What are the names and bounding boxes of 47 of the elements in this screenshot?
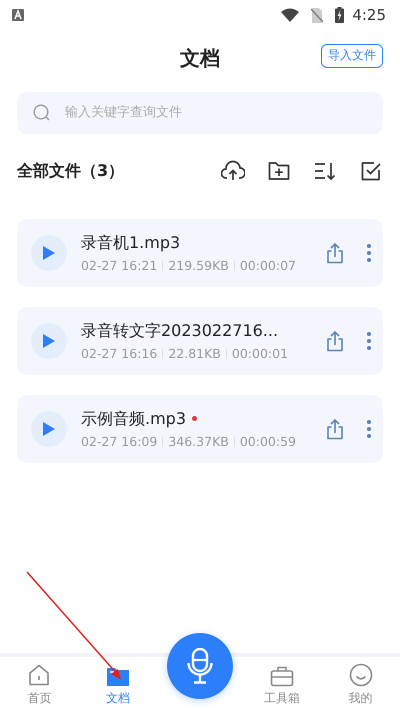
microphone-icon — [186, 648, 213, 684]
share-icon[interactable] — [325, 330, 345, 352]
file-size: 346.37KB — [168, 432, 229, 451]
file-card[interactable]: 示例音频.mp3 02-27 16:09 346.37KB 00:00:59 — [17, 395, 383, 463]
file-duration: 00:00:59 — [240, 432, 296, 451]
section-title: 全部文件（3） — [17, 160, 126, 182]
nav-tab[interactable]: 我的 — [330, 663, 391, 707]
folder-add-icon[interactable] — [267, 159, 291, 183]
status-time: 4:25 — [352, 4, 386, 26]
share-icon[interactable] — [325, 242, 345, 264]
file-duration: 00:00:07 — [240, 256, 296, 275]
play-icon — [43, 422, 55, 436]
file-name: 录音机1.mp3 — [81, 232, 180, 254]
smiley-icon — [348, 663, 373, 687]
nav-tab[interactable]: 首页 — [9, 663, 70, 707]
checkbox-select-icon[interactable] — [359, 159, 383, 183]
file-card[interactable]: 录音转文字2023022716... 02-27 16:16 22.81KB 00:00:01 — [17, 307, 383, 375]
more-icon[interactable] — [367, 332, 371, 350]
file-card[interactable]: 录音机1.mp3 02-27 16:21 219.59KB 00:00:07 — [17, 219, 383, 287]
nav-tab[interactable]: 工具箱 — [252, 665, 312, 707]
more-icon[interactable] — [367, 244, 371, 262]
file-size: 219.59KB — [168, 256, 229, 275]
toolbox-icon — [270, 665, 294, 687]
search-field[interactable]: 输入关键字查询文件 — [17, 92, 383, 134]
play-button[interactable] — [31, 323, 67, 359]
cloud-upload-icon[interactable] — [221, 159, 245, 183]
more-icon[interactable] — [367, 420, 371, 438]
app-notification-icon — [12, 9, 24, 21]
file-name: 示例音频.mp3 — [81, 408, 186, 430]
import-file-button[interactable]: 导入文件 — [321, 44, 383, 68]
no-sim-icon — [311, 8, 324, 22]
file-size: 22.81KB — [168, 344, 221, 363]
share-icon[interactable] — [325, 418, 345, 440]
home-icon — [27, 663, 52, 687]
file-date: 02-27 16:09 — [81, 432, 158, 451]
battery-charging-icon — [335, 7, 344, 23]
play-icon — [43, 246, 55, 260]
wifi-icon — [281, 8, 300, 22]
play-button[interactable] — [31, 235, 67, 271]
file-duration: 00:00:01 — [232, 344, 288, 363]
play-icon — [43, 334, 55, 348]
file-date: 02-27 16:21 — [81, 256, 158, 275]
page-title: 文档 — [180, 46, 220, 70]
file-name: 录音转文字2023022716... — [81, 320, 278, 342]
play-button[interactable] — [31, 411, 67, 447]
record-button[interactable] — [166, 633, 233, 699]
file-date: 02-27 16:16 — [81, 344, 158, 363]
